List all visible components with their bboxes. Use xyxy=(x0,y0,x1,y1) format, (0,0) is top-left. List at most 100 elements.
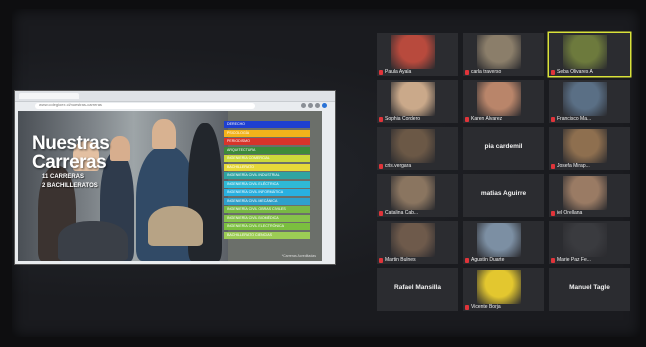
muted-mic-icon xyxy=(379,163,383,169)
extension-icon[interactable] xyxy=(315,103,320,108)
participant-tile[interactable]: Catalina Cab... xyxy=(377,174,458,217)
participant-tile[interactable]: matias Aguirre xyxy=(463,174,544,217)
slide-subtitle: 2 BACHILLERATOS xyxy=(42,183,98,189)
slide-footnote: *Carreras Acreditadas xyxy=(281,254,316,258)
participant-tile[interactable]: Karen Alvarez xyxy=(463,80,544,123)
participant-video xyxy=(391,35,435,69)
career-list: DERECHO PSICOLOGÍA PERIODISMO ARQUITECTURA I… xyxy=(224,121,310,240)
participant-name-label: iel Orellana xyxy=(557,210,583,216)
career-item: PSICOLOGÍA xyxy=(224,129,310,137)
participant-video xyxy=(563,82,607,116)
career-item: INGENIERÍA CIVIL ELECTRÓNICA xyxy=(224,223,310,230)
presentation-slide: Nuestras Carreras 11 CARRERAS 2 BACHILLE… xyxy=(18,111,322,261)
participant-name-label: Manuel Tagle xyxy=(569,284,610,291)
participant-name: Francisco Ma... xyxy=(551,116,591,122)
participant-name: iel Orellana xyxy=(551,210,582,216)
participant-name: cris.vergara xyxy=(379,163,411,169)
participant-name-label: Vicente Borja xyxy=(471,304,501,310)
participant-video xyxy=(477,270,521,304)
participant-tile[interactable]: Seba Olivares A xyxy=(549,33,630,76)
participant-name-label: cris.vergara xyxy=(385,163,412,169)
participant-video xyxy=(563,129,607,163)
participant-tile[interactable]: Martin Bulnes xyxy=(377,221,458,264)
browser-extension-icons xyxy=(301,103,327,108)
participant-video xyxy=(563,223,607,257)
career-item: PERIODISMO xyxy=(224,138,310,145)
participant-name: Agustín Duarte xyxy=(465,257,504,263)
participant-name-label: Sophia Cordero xyxy=(385,116,421,122)
participant-tile[interactable]: Paula Ayala xyxy=(377,33,458,76)
participant-name-label: pia cardemil xyxy=(484,143,523,150)
participant-name: Seba Olivares A xyxy=(551,69,593,75)
participant-tile[interactable]: Marie Paz Fe... xyxy=(549,221,630,264)
participant-tile[interactable]: Manuel Tagle xyxy=(549,268,630,311)
slide-subtitle: 11 CARRERAS xyxy=(42,174,85,180)
participant-tile[interactable]: Sophia Cordero xyxy=(377,80,458,123)
participant-tile[interactable]: iel Orellana xyxy=(549,174,630,217)
career-item: DERECHO xyxy=(224,121,310,128)
muted-mic-icon xyxy=(465,257,469,263)
participant-tile[interactable]: Rafael Mansilla xyxy=(377,268,458,311)
muted-mic-icon xyxy=(551,257,555,263)
participant-tile[interactable]: cris.vergara xyxy=(377,127,458,170)
participant-name-label: Catalina Cab... xyxy=(385,210,419,216)
participant-video xyxy=(391,176,435,210)
career-item: BACHILLERATO CIENCIAS xyxy=(224,231,310,239)
participant-video xyxy=(477,82,521,116)
career-item: INGENIERÍA CIVIL BIOMÉDICA xyxy=(224,214,310,222)
participant-name: Marie Paz Fe... xyxy=(551,257,591,263)
participant-name-label: Agustín Duarte xyxy=(471,257,505,263)
participant-gallery: Paula Ayala carla traverso Seba Olivares A… xyxy=(377,33,637,315)
career-item: INGENIERÍA CIVIL INFORMÁTICA xyxy=(224,189,310,196)
participant-name: Sophia Cordero xyxy=(379,116,420,122)
participant-name: Martin Bulnes xyxy=(379,257,416,263)
muted-mic-icon xyxy=(551,163,555,169)
participant-video xyxy=(477,35,521,69)
career-item: BACHILLERATO xyxy=(224,163,310,171)
browser-tab-bar xyxy=(15,91,335,102)
career-item: ARQUITECTURA xyxy=(224,146,310,154)
muted-mic-icon xyxy=(379,116,383,122)
muted-mic-icon xyxy=(379,69,383,75)
participant-video xyxy=(563,35,607,69)
participant-tile[interactable]: Francisco Ma... xyxy=(549,80,630,123)
participant-video xyxy=(391,129,435,163)
extension-icon[interactable] xyxy=(301,103,306,108)
participant-name-label: Paula Ayala xyxy=(385,69,412,75)
participant-video xyxy=(391,223,435,257)
muted-mic-icon xyxy=(551,116,555,122)
muted-mic-icon xyxy=(379,257,383,263)
browser-tab[interactable] xyxy=(19,93,79,99)
participant-tile[interactable]: Agustín Duarte xyxy=(463,221,544,264)
slide-title: Carreras xyxy=(32,152,107,173)
profile-icon[interactable] xyxy=(322,103,327,108)
participant-tile[interactable]: carla traverso xyxy=(463,33,544,76)
muted-mic-icon xyxy=(465,116,469,122)
career-item: INGENIERÍA CIVIL INDUSTRIAL xyxy=(224,172,310,179)
participant-name: carla traverso xyxy=(465,69,501,75)
participant-tile[interactable]: Vicente Borja xyxy=(463,268,544,311)
url-text: www.colegioex.cl/nuestras-carreras xyxy=(39,102,102,107)
career-item: INGENIERÍA CIVIL MECÁNICA xyxy=(224,197,310,205)
muted-mic-icon xyxy=(465,304,469,310)
participant-name-label: Francisco Ma... xyxy=(557,116,592,122)
participant-name-label: Marie Paz Fe... xyxy=(557,257,591,263)
muted-mic-icon xyxy=(551,210,555,216)
participant-video xyxy=(477,223,521,257)
participant-tile[interactable]: pia cardemil xyxy=(463,127,544,170)
participant-video xyxy=(391,82,435,116)
participant-name-label: Rafael Mansilla xyxy=(394,284,441,291)
shared-screen[interactable]: www.colegioex.cl/nuestras-carreras Nuest… xyxy=(14,90,336,265)
participant-name-label: matias Aguirre xyxy=(480,190,527,197)
participant-name-label: Martin Bulnes xyxy=(385,257,416,263)
participant-name-label: Seba Olivares A xyxy=(557,69,593,75)
career-item: INGENIERÍA CIVIL ELÉCTRICA xyxy=(224,180,310,188)
career-item: INGENIERÍA CIVIL OBRAS CIVILES xyxy=(224,206,310,213)
participant-name: Paula Ayala xyxy=(379,69,411,75)
participant-tile[interactable]: Josefa Mirap... xyxy=(549,127,630,170)
muted-mic-icon xyxy=(551,69,555,75)
muted-mic-icon xyxy=(379,210,383,216)
muted-mic-icon xyxy=(465,69,469,75)
participant-name: Karen Alvarez xyxy=(465,116,502,122)
extension-icon[interactable] xyxy=(308,103,313,108)
